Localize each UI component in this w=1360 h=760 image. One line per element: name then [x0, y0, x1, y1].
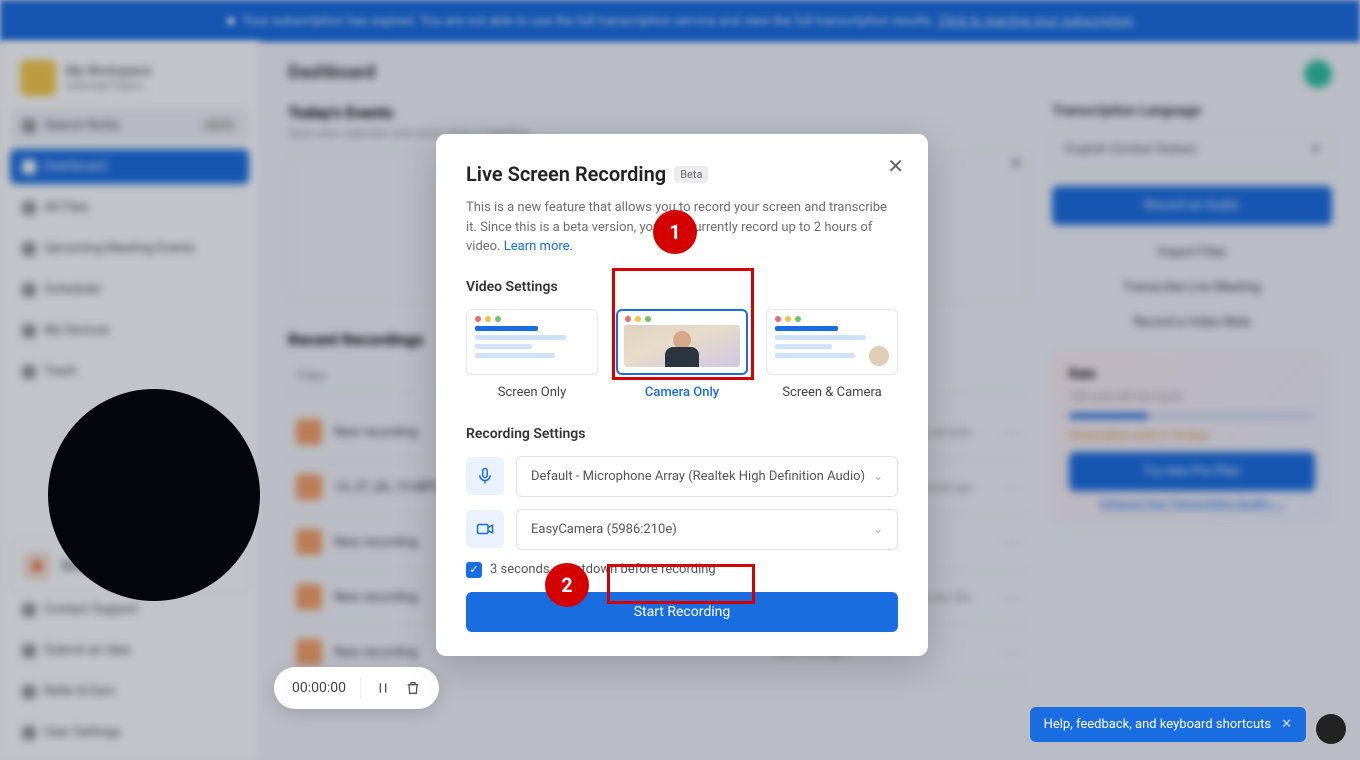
chat-bubble-avatar[interactable]	[1316, 714, 1346, 744]
countdown-label: 3 seconds countdown before recording	[490, 562, 716, 577]
modal-close-button[interactable]: ✕	[887, 156, 904, 176]
video-option-camera-only[interactable]: Camera Only	[616, 309, 748, 400]
help-label: Help, feedback, and keyboard shortcuts	[1044, 717, 1272, 732]
camera-icon	[466, 510, 504, 548]
modal-title: Live Screen Recording	[466, 162, 666, 186]
trash-icon[interactable]	[405, 680, 421, 696]
chevron-down-icon: ⌄	[873, 522, 883, 536]
beta-badge: Beta	[674, 166, 708, 183]
camera-select[interactable]: EasyCamera (5986:210e) ⌄	[516, 509, 898, 550]
video-option-screen-only[interactable]: Screen Only	[466, 309, 598, 400]
help-close-icon[interactable]: ✕	[1281, 717, 1292, 732]
screen-recording-modal: ✕ Live Screen Recording Beta This is a n…	[436, 134, 928, 656]
chevron-down-icon: ⌄	[873, 469, 883, 483]
pause-icon[interactable]	[375, 680, 391, 696]
microphone-select[interactable]: Default - Microphone Array (Realtek High…	[516, 456, 898, 497]
microphone-icon	[466, 457, 504, 495]
modal-description: This is a new feature that allows you to…	[466, 198, 898, 257]
recording-settings-heading: Recording Settings	[466, 426, 898, 442]
video-settings-heading: Video Settings	[466, 279, 898, 295]
recording-timer: 00:00:00	[292, 680, 346, 696]
recording-controls-pill: 00:00:00	[274, 667, 439, 709]
camera-value: EasyCamera (5986:210e)	[531, 522, 677, 537]
start-recording-button[interactable]: Start Recording	[466, 592, 898, 632]
learn-more-link[interactable]: Learn more.	[504, 239, 573, 254]
microphone-value: Default - Microphone Array (Realtek High…	[531, 469, 865, 484]
help-feedback-pill[interactable]: Help, feedback, and keyboard shortcuts ✕	[1030, 707, 1306, 742]
checkbox-checked-icon[interactable]: ✓	[466, 562, 482, 578]
video-option-screen-camera[interactable]: Screen & Camera	[766, 309, 898, 400]
countdown-checkbox-row[interactable]: ✓ 3 seconds countdown before recording	[466, 562, 898, 578]
